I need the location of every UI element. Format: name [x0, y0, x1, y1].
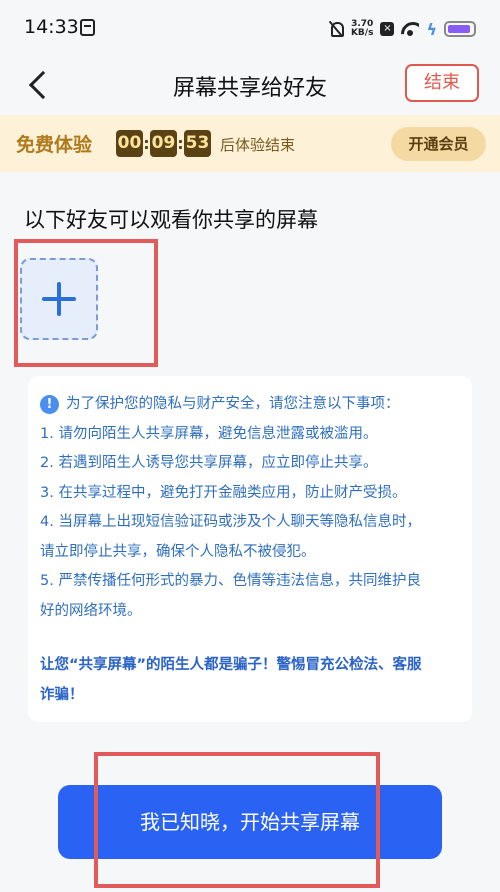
highlight-annotation-add-friend — [14, 239, 158, 367]
notice-item: 请立即停止共享，确保个人隐私不被侵犯。 — [40, 543, 316, 560]
friends-heading: 以下好友可以观看你共享的屏幕 — [24, 208, 318, 232]
nav-bar: 屏幕共享给好友 结束 — [0, 60, 500, 114]
privacy-notice-card: ! 为了保护您的隐私与财产安全，请您注意以下事项： 1. 请勿向陌生人共享屏幕，… — [28, 376, 472, 722]
timer-minutes: 09 — [150, 130, 177, 157]
status-time: 14:33 — [24, 16, 79, 38]
wifi-icon — [401, 22, 419, 36]
end-share-button[interactable]: 结束 — [405, 64, 479, 102]
fraud-warning-line2: 诈骗！ — [40, 687, 84, 703]
notice-intro: ! 为了保护您的隐私与财产安全，请您注意以下事项： — [40, 390, 458, 420]
free-trial-bar: 免费体验 00 : 09 : 53 后体验结束 开通会员 — [0, 115, 500, 172]
trial-countdown: 00 : 09 : 53 — [116, 130, 211, 157]
open-vip-button[interactable]: 开通会员 — [391, 127, 486, 161]
notice-item: 5. 严禁传播任何形式的暴力、色情等违法信息，共同维护良 — [40, 573, 421, 589]
fraud-warning-line1: 让您“共享屏幕”的陌生人都是骗子！警惕冒充公检法、客服 — [40, 657, 422, 673]
timer-separator: : — [143, 134, 150, 153]
status-bar: 14:33 3.70 KB/s × ϟ — [0, 0, 500, 60]
notice-item: 1. 请勿向陌生人共享屏幕，避免信息泄露或被滥用。 — [40, 425, 378, 442]
notice-spacer — [40, 626, 458, 650]
network-speed-unit: KB/s — [350, 28, 374, 38]
notice-item: 好的网络环境。 — [40, 602, 142, 619]
notice-intro-text: 为了保护您的隐私与财产安全，请您注意以下事项： — [66, 396, 400, 412]
charging-icon: ϟ — [426, 19, 437, 39]
timer-hours: 00 — [116, 130, 143, 157]
notice-item: 2. 若遇到陌生人诱导您共享屏幕，应立即停止共享。 — [40, 455, 378, 471]
highlight-annotation-start-button — [94, 752, 380, 888]
status-icons: 3.70 KB/s × ϟ — [328, 16, 476, 42]
battery-icon — [444, 21, 476, 37]
app-notification-icon — [80, 19, 95, 36]
notice-item: 4. 当屏幕上出现短信验证码或涉及个人聊天等隐私信息时， — [40, 514, 421, 530]
info-icon: ! — [40, 395, 59, 415]
no-sim-icon: × — [380, 22, 395, 36]
timer-seconds: 53 — [184, 130, 211, 157]
trial-end-text: 后体验结束 — [220, 136, 296, 154]
network-speed: 3.70 KB/s — [351, 20, 373, 38]
mute-icon — [328, 21, 344, 37]
notice-item: 3. 在共享过程中，避免打开金融类应用，防止财产受损。 — [40, 484, 407, 501]
free-trial-label: 免费体验 — [16, 134, 93, 156]
timer-separator: : — [177, 134, 184, 153]
